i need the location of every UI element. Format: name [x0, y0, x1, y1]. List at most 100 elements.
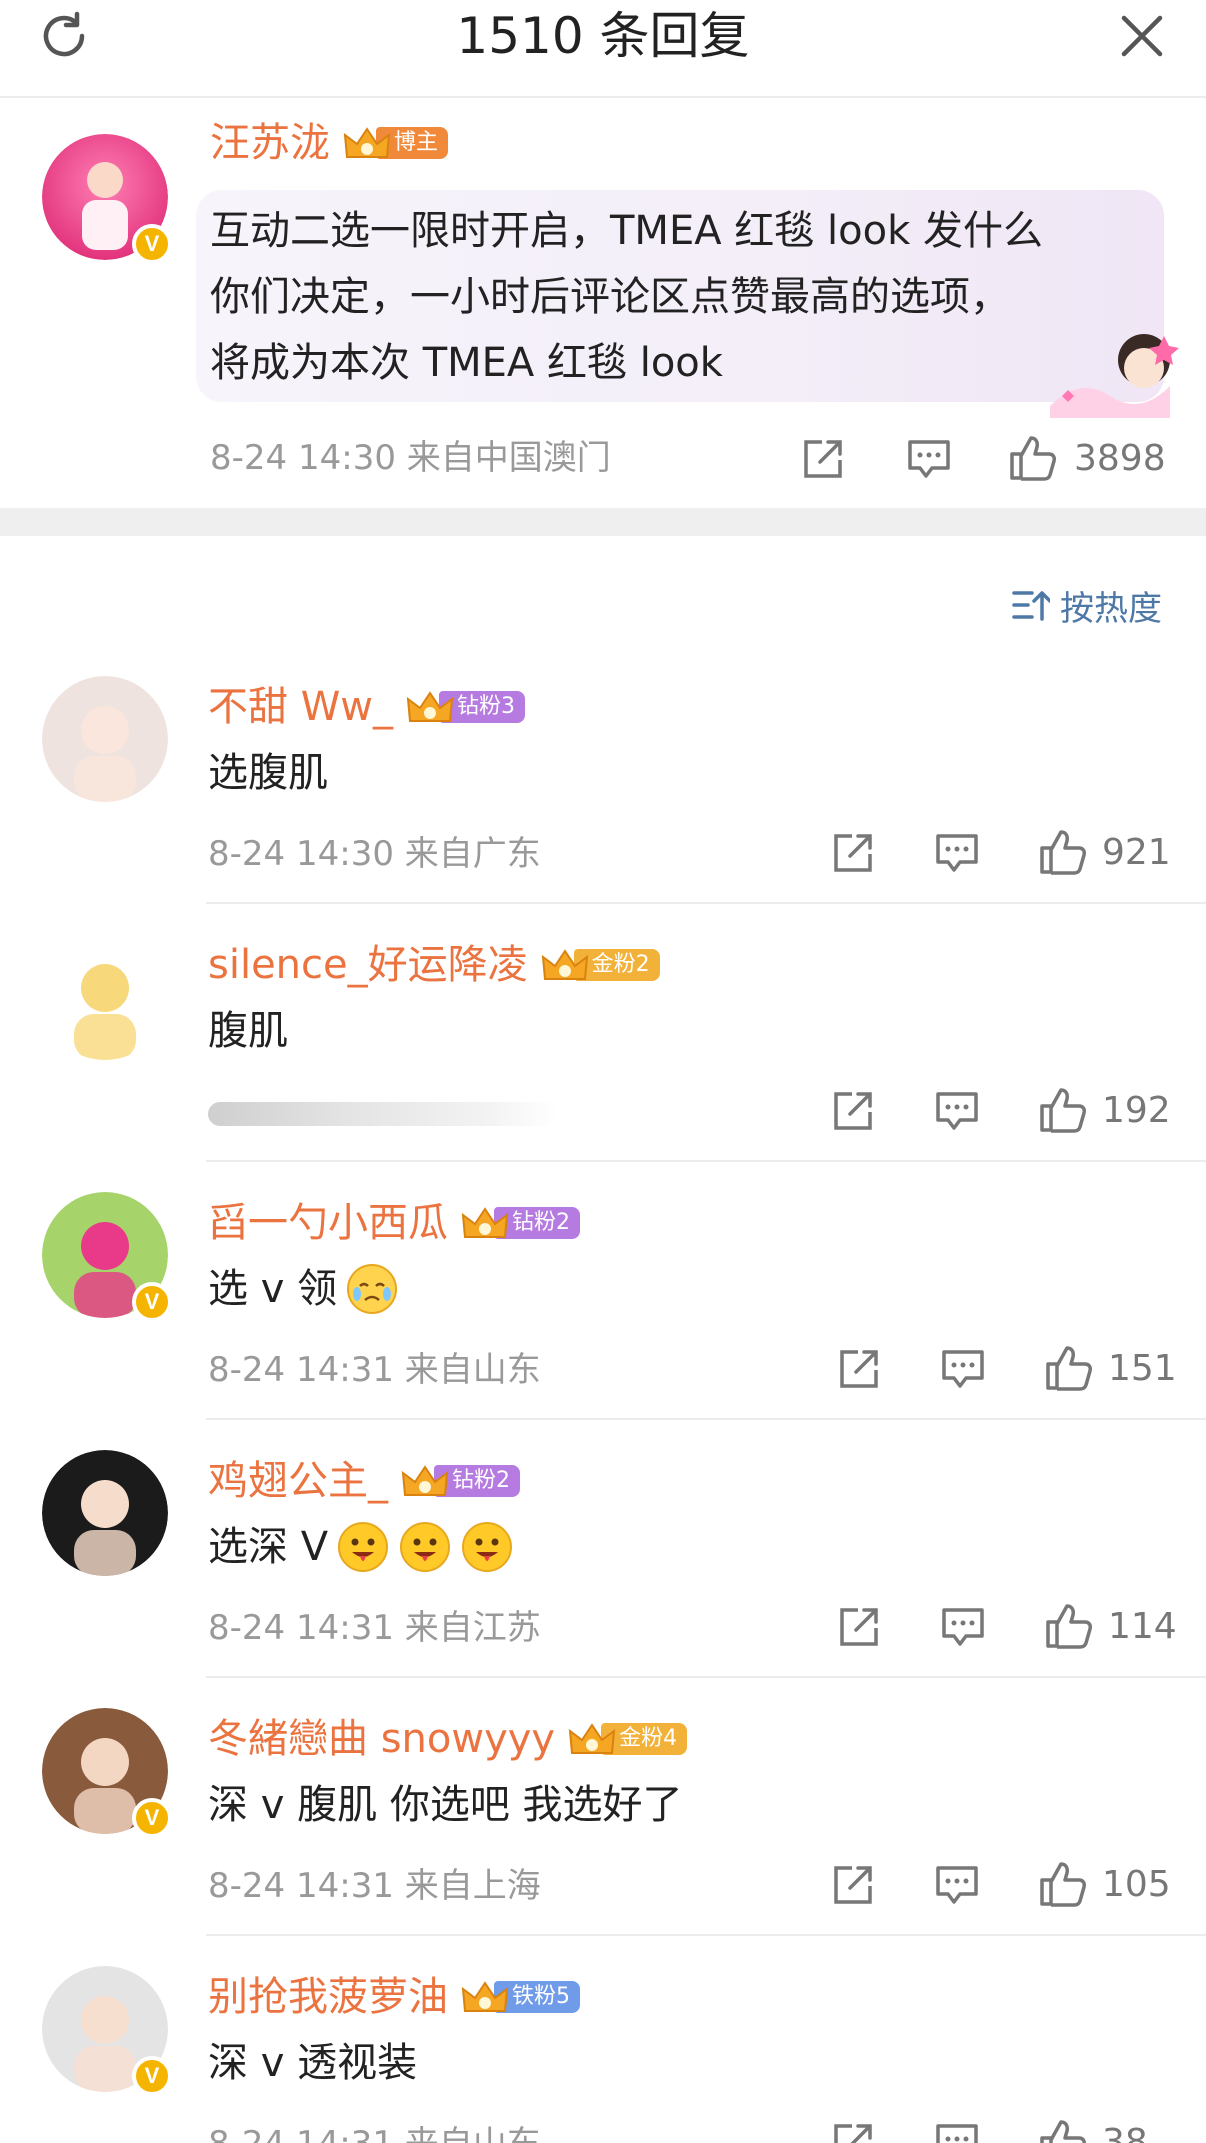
sort-button[interactable]: 按热度 — [1012, 580, 1162, 630]
comment-icon[interactable] — [940, 1604, 986, 1650]
commenter-row: 舀一勺小西瓜 钻粉2 — [208, 1198, 580, 1248]
crown-icon — [406, 691, 454, 722]
like-icon[interactable] — [1038, 1858, 1088, 1908]
blogger-badge: 博主 — [342, 123, 449, 163]
divider — [206, 1676, 1206, 1678]
like-icon[interactable] — [1044, 1600, 1094, 1650]
commenter-name[interactable]: 别抢我菠萝油 — [208, 1972, 448, 2022]
share-icon[interactable] — [836, 1346, 882, 1392]
fan-badge: 金粉4 — [567, 1719, 688, 1759]
avatar[interactable] — [42, 676, 168, 802]
comment-meta: 8-24 14:31 来自山东 — [208, 1350, 541, 1390]
like-count: 3898 — [1074, 438, 1166, 479]
commenter-row: 冬緒戀曲 snowyyy 金粉4 — [208, 1714, 688, 1764]
comment-body: 深 v 腹肌 你选吧 我选好了 — [208, 1782, 683, 1828]
avatar[interactable]: V — [42, 134, 172, 264]
like-icon[interactable] — [1044, 1342, 1094, 1392]
verified-badge-icon: V — [132, 2056, 172, 2096]
crown-icon — [343, 127, 391, 158]
sort-icon — [1012, 591, 1050, 621]
comment-icon[interactable] — [934, 1088, 980, 1134]
comment-icon[interactable] — [934, 1862, 980, 1908]
verified-badge-icon: V — [132, 1282, 172, 1322]
comment-text: 选腹肌 — [208, 746, 328, 800]
avatar[interactable]: V — [42, 1966, 172, 2096]
commenter-row: 鸡翅公主_ 钻粉2 — [208, 1456, 520, 1506]
like-icon[interactable] — [1038, 826, 1088, 876]
comment-body: 腹肌 — [208, 1008, 288, 1054]
comment-body: 深 v 透视装 — [208, 2040, 418, 2086]
comment-icon[interactable] — [934, 830, 980, 876]
comment-meta: 8-24 14:31 来自江苏 — [208, 1608, 541, 1648]
share-icon[interactable] — [830, 1088, 876, 1134]
fan-badge: 钻粉3 — [405, 687, 525, 727]
comment-text: 腹肌 — [208, 1004, 288, 1058]
post-text-line: 将成为本次 TMEA 红毯 look — [210, 340, 723, 386]
drool-emoji — [460, 1520, 514, 1574]
fan-badge: 钻粉2 — [460, 1203, 580, 1243]
page-title: 1510 条回复 — [456, 7, 750, 65]
verified-badge-icon: V — [132, 224, 172, 264]
comment-body: 选深 V — [208, 1524, 329, 1570]
share-icon[interactable] — [836, 1604, 882, 1650]
comment-meta: 8-24 14:30 来自广东 — [208, 834, 541, 874]
commenter-name[interactable]: silence_好运降凌 — [208, 940, 528, 990]
post-author-row: 汪苏泷 博主 — [210, 118, 449, 168]
sticker-icon — [1050, 334, 1179, 418]
commenter-name[interactable]: 鸡翅公主_ — [208, 1456, 388, 1506]
divider — [206, 902, 1206, 904]
post-text-line: 你们决定，一小时后评论区点赞最高的选项， — [210, 274, 1010, 320]
close-icon[interactable] — [1116, 10, 1168, 62]
commenter-row: 别抢我菠萝油 铁粉5 — [208, 1972, 580, 2022]
avatar[interactable] — [42, 934, 168, 1060]
comment-icon[interactable] — [940, 1346, 986, 1392]
cry-emoji — [345, 1262, 399, 1316]
like-icon[interactable] — [1008, 432, 1058, 482]
crown-icon — [401, 1465, 449, 1496]
comment-text: 选深 V — [208, 1520, 514, 1574]
like-count: 114 — [1108, 1606, 1177, 1647]
like-count: 105 — [1102, 1864, 1171, 1905]
drool-emoji — [398, 1520, 452, 1574]
crown-icon — [568, 1723, 616, 1754]
share-icon[interactable] — [830, 830, 876, 876]
commenter-row: silence_好运降凌 金粉2 — [208, 940, 660, 990]
crown-icon — [461, 1207, 509, 1238]
commenter-name[interactable]: 不甜 Ww_ — [208, 682, 393, 732]
post-text: 互动二选一限时开启，TMEA 红毯 look 发什么 你们决定，一小时后评论区点… — [210, 198, 1110, 396]
commenter-row: 不甜 Ww_ 钻粉3 — [208, 682, 525, 732]
divider — [206, 1934, 1206, 1936]
divider — [206, 1160, 1206, 1162]
comment-icon[interactable] — [934, 2120, 980, 2143]
crown-icon — [541, 949, 588, 980]
commenter-name[interactable]: 冬緒戀曲 snowyyy — [208, 1714, 555, 1764]
comment-meta-placeholder — [208, 1102, 558, 1126]
share-icon[interactable] — [830, 2120, 876, 2143]
commenter-name[interactable]: 舀一勺小西瓜 — [208, 1198, 448, 1248]
like-count: 192 — [1102, 1090, 1171, 1131]
comment-body: 选腹肌 — [208, 750, 328, 796]
post-author-name[interactable]: 汪苏泷 — [210, 118, 330, 168]
comment-body: 选 v 领 — [208, 1266, 338, 1312]
fan-badge: 铁粉5 — [460, 1977, 580, 2017]
section-divider — [0, 508, 1206, 536]
crown-icon — [461, 1981, 509, 2012]
avatar[interactable]: V — [42, 1708, 172, 1838]
share-icon[interactable] — [830, 1862, 876, 1908]
like-count: 921 — [1102, 832, 1171, 873]
comment-text: 选 v 领 — [208, 1262, 399, 1316]
sort-label: 按热度 — [1060, 588, 1162, 629]
like-icon[interactable] — [1038, 1084, 1088, 1134]
comment-meta: 8-24 14:31 来自山东 — [208, 2122, 541, 2143]
comment-meta: 8-24 14:31 来自上海 — [208, 1866, 541, 1906]
like-count: 38 — [1102, 2122, 1148, 2143]
like-icon[interactable] — [1038, 2116, 1088, 2143]
fan-badge: 钻粉2 — [400, 1461, 520, 1501]
avatar[interactable] — [42, 1450, 168, 1576]
comment-text: 深 v 腹肌 你选吧 我选好了 — [208, 1778, 683, 1832]
share-icon[interactable] — [800, 436, 846, 482]
divider — [206, 1418, 1206, 1420]
post-text-line: 互动二选一限时开启，TMEA 红毯 look 发什么 — [210, 208, 1043, 254]
avatar[interactable]: V — [42, 1192, 172, 1322]
comment-icon[interactable] — [906, 436, 952, 482]
